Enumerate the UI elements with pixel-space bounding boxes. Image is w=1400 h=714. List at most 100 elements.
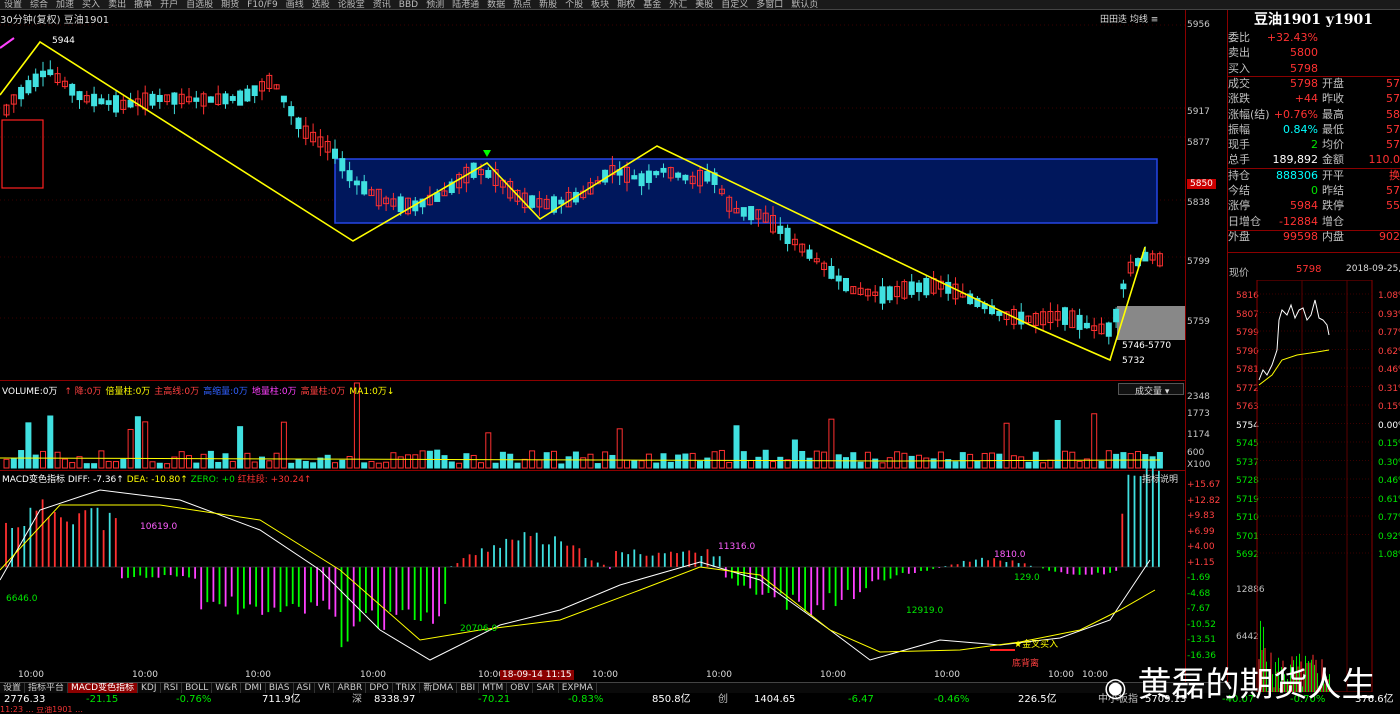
time-label: 10:00 (360, 670, 386, 680)
quote-value: +0.76% (1273, 107, 1318, 121)
quote-row: 成交 5798 开盘 57 (1228, 76, 1400, 91)
sz-change: -70.21 (478, 694, 511, 705)
indicator-tab[interactable]: DPO (366, 683, 393, 693)
quote-value: 0.84% (1283, 122, 1318, 136)
indicator-tab[interactable]: MACD变色指标 (68, 683, 139, 693)
volume-tick: 600 (1187, 448, 1205, 458)
toolbar-item[interactable]: 加速 (52, 0, 78, 9)
toolbar-item[interactable]: 热点 (509, 0, 535, 9)
news-ticker[interactable]: 11:23 … 豆油1901 … (0, 706, 1400, 714)
toolbar-item[interactable]: 外汇 (665, 0, 691, 9)
volume-selector[interactable]: 成交量 ▾ (1118, 383, 1184, 397)
toolbar-item[interactable]: 美股 (691, 0, 717, 9)
toolbar-item[interactable]: 个股 (561, 0, 587, 9)
quote-label: 涨跌 (1228, 92, 1250, 106)
macd-tick: +6.99 (1187, 526, 1215, 537)
toolbar-item[interactable]: 期权 (613, 0, 639, 9)
toolbar-item[interactable]: 卖出 (104, 0, 130, 9)
indicator-tab[interactable]: VR (315, 683, 335, 693)
toolbar-item[interactable]: 预测 (422, 0, 448, 9)
toolbar-item[interactable]: 综合 (26, 0, 52, 9)
toolbar-item[interactable]: 设置 (0, 0, 26, 9)
quote-value: 888306 (1276, 168, 1318, 182)
toolbar-item[interactable]: 撤单 (130, 0, 156, 9)
current-price-tick: 5850 (1187, 179, 1216, 189)
intraday-mini-chart[interactable] (1227, 280, 1400, 692)
price-chart[interactable] (0, 10, 1226, 682)
sz-pct: -0.83% (568, 694, 604, 705)
toolbar-item[interactable]: 板块 (587, 0, 613, 9)
quote-value2: 57 (1386, 184, 1400, 197)
quote-row: 振幅 0.84% 最低 57 (1228, 122, 1400, 137)
quote-label: 外盘 (1228, 229, 1250, 243)
quote-label2: 昨收 (1322, 92, 1344, 106)
toolbar-item[interactable]: BBD (395, 0, 422, 9)
toolbar-item[interactable]: 默认页 (787, 0, 822, 9)
indicator-tab[interactable]: ASI (294, 683, 316, 693)
toolbar-item[interactable]: 数据 (483, 0, 509, 9)
toolbar-item[interactable]: 资讯 (369, 0, 395, 9)
news-text: 11:23 … 豆油1901 … (0, 706, 84, 714)
quote-label2: 金额 (1322, 153, 1344, 167)
quote-label2: 内盘 (1322, 229, 1344, 243)
volume-legend-item: 高量柱:0万 (301, 387, 346, 397)
quote-row: 买入 5798 (1228, 61, 1400, 76)
indicator-tab[interactable]: BIAS (266, 683, 294, 693)
time-label: 10:00 (592, 670, 618, 680)
toolbar-item[interactable]: 新股 (535, 0, 561, 9)
indicator-tab[interactable]: EXPMA (559, 683, 597, 693)
indicator-tab[interactable]: TRIX (393, 683, 421, 693)
toolbar-item[interactable]: 选股 (308, 0, 334, 9)
macd-annotation: 12919.0 (906, 606, 944, 616)
indicator-tab[interactable]: BBI (457, 683, 480, 693)
indicator-tab[interactable]: 指标平台 (25, 683, 69, 693)
toolbar-item[interactable]: 买入 (78, 0, 104, 9)
watermark-text: 黄磊的期货人生 (1137, 665, 1376, 705)
quote-row: 外盘 99598 内盘 902 (1228, 229, 1400, 244)
toolbar-item[interactable]: 画线 (282, 0, 308, 9)
quote-value2: 902 (1379, 229, 1400, 243)
quote-row: 持仓 888306 开平 换 (1228, 168, 1400, 183)
macd-zero: ZERO: +0 (190, 475, 235, 485)
macd-annotation: 10619.0 (140, 522, 178, 532)
chevron-down-icon: ▾ (1164, 387, 1170, 397)
volume-legend-value: 0万 (86, 387, 102, 397)
toolbar-item[interactable]: 多窗口 (752, 0, 787, 9)
indicator-tab[interactable]: BOLL (182, 683, 213, 693)
time-label: 10:00 (18, 670, 44, 680)
macd-diff-line (0, 489, 1151, 661)
volume-legend-item: 高缩量:0万 (203, 387, 248, 397)
indicator-tab[interactable]: OBV (507, 683, 534, 693)
toolbar-item[interactable]: 期货 (217, 0, 243, 9)
volume-value: 0万 (42, 387, 58, 397)
toolbar-item[interactable]: 陆港通 (448, 0, 483, 9)
indicator-tab[interactable]: 新DMA (420, 683, 458, 693)
sz-label: 深 (352, 694, 362, 705)
quote-row: 现手 2 均价 57 (1228, 137, 1400, 152)
indicator-tab[interactable]: RSI (161, 683, 183, 693)
indicator-tab[interactable]: MTM (479, 683, 508, 693)
toolbar-item[interactable]: 基金 (639, 0, 665, 9)
toolbar-item[interactable]: 开户 (156, 0, 182, 9)
indicator-tab[interactable]: SAR (533, 683, 559, 693)
quote-section-divider (1227, 76, 1400, 77)
toolbar-item[interactable]: 自定义 (717, 0, 752, 9)
quote-label2: 昨结 (1322, 184, 1344, 197)
quote-label: 今结 (1228, 184, 1250, 197)
volume-legend-value: 0万 (135, 387, 151, 397)
toolbar-item[interactable]: F10/F9 (243, 0, 282, 9)
indicator-tab[interactable]: DMI (241, 683, 266, 693)
indicator-help-button[interactable]: 指标说明 (1142, 472, 1178, 485)
toolbar-item[interactable]: 论股堂 (334, 0, 369, 9)
indicator-tab[interactable]: W&R (212, 683, 242, 693)
toolbar-item[interactable]: 自选股 (182, 0, 217, 9)
macd-tick: +4.00 (1187, 542, 1215, 552)
quote-row: 日增仓 -12884 增仓 (1228, 214, 1400, 229)
indicator-tab[interactable]: 设置 (0, 683, 26, 693)
cy-label: 创 (718, 694, 728, 705)
crosshair-time: 18-09-14 11:15 (500, 670, 574, 680)
macd-annotation: 20706.0 (460, 624, 498, 634)
indicator-tab[interactable]: KDJ (138, 683, 161, 693)
indicator-tab[interactable]: ARBR (334, 683, 367, 693)
high-marker-label: 5944 (52, 36, 75, 46)
